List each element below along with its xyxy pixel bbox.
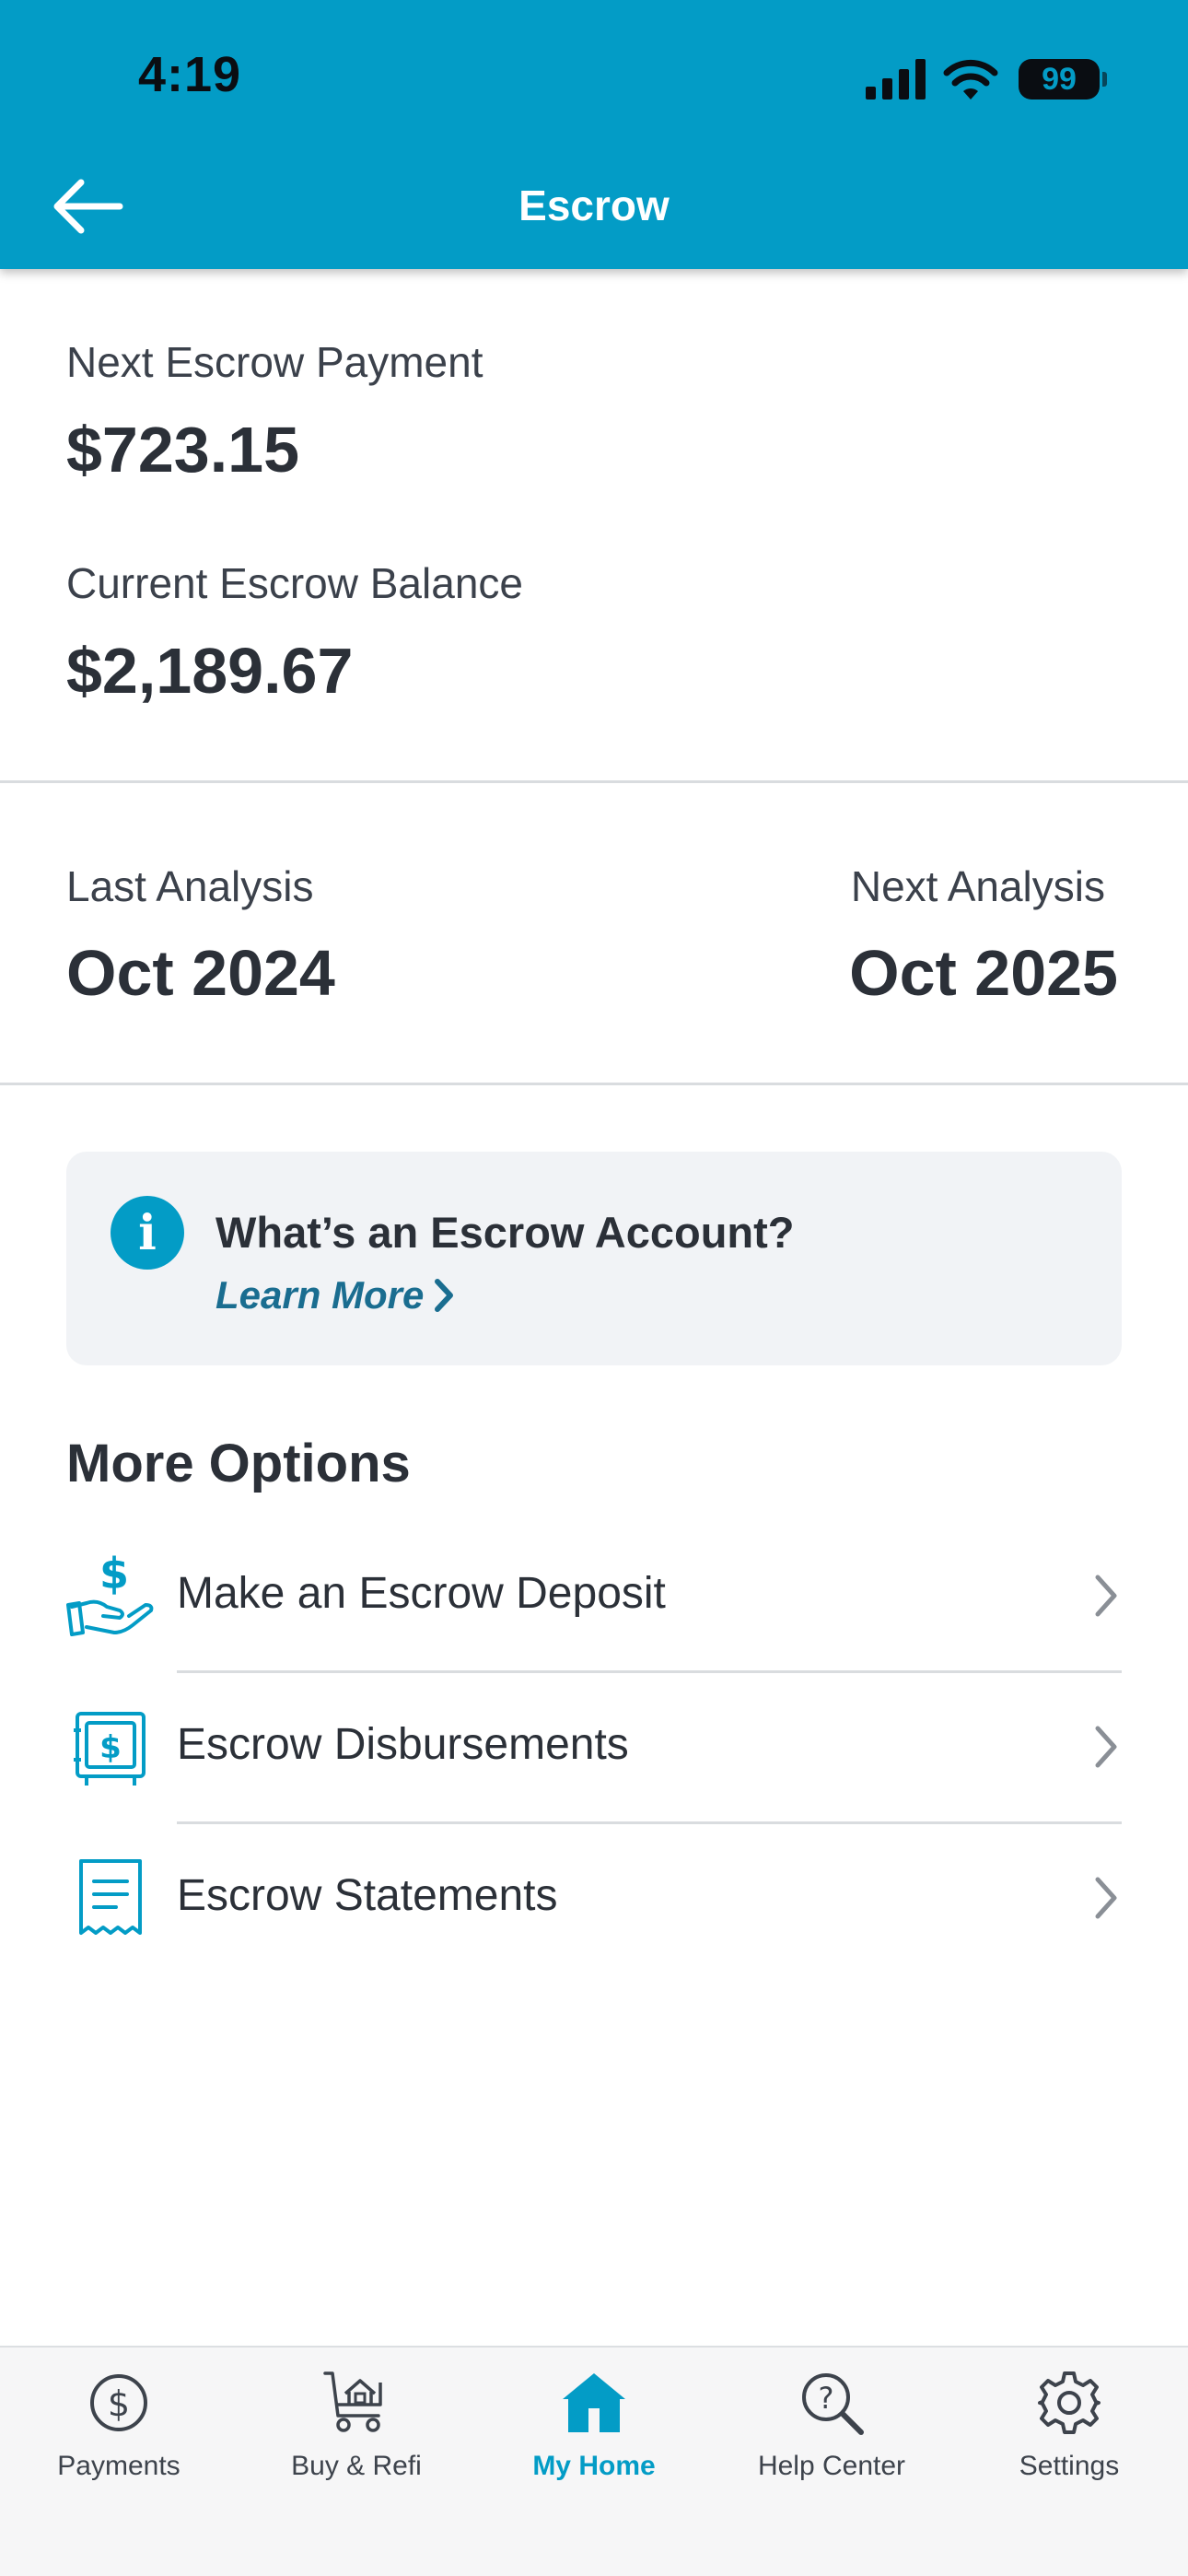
option-escrow-statements[interactable]: Escrow Statements [66, 1824, 1122, 1975]
chevron-right-icon [1095, 1575, 1117, 1617]
svg-text:$: $ [108, 2383, 130, 2424]
dollar-circle-icon: $ [90, 2374, 147, 2431]
gear-icon [1038, 2371, 1101, 2434]
next-payment-amount: $723.15 [66, 414, 300, 486]
option-label: Escrow Disbursements [177, 1720, 629, 1769]
tab-my-home[interactable]: My Home [475, 2348, 713, 2532]
balance-amount: $2,189.67 [66, 635, 354, 707]
safe-icon: $ [74, 1712, 146, 1786]
divider [0, 780, 1188, 783]
tab-help-center[interactable]: ? Help Center [713, 2348, 950, 2532]
help-search-icon: ? [802, 2373, 864, 2435]
next-analysis-label: Next Analysis [850, 862, 1105, 910]
chevron-right-icon [1095, 1726, 1117, 1768]
svg-text:$: $ [99, 1729, 122, 1766]
learn-more-label: Learn More [215, 1273, 425, 1317]
receipt-icon [79, 1859, 142, 1935]
tab-label: Buy & Refi [291, 2451, 422, 2481]
balance-label: Current Escrow Balance [66, 559, 523, 607]
tab-payments[interactable]: $ Payments [0, 2348, 238, 2532]
next-payment-label: Next Escrow Payment [66, 338, 483, 386]
more-options-title: More Options [66, 1434, 411, 1493]
status-icons: 99 [866, 55, 1107, 103]
status-time: 4:19 [138, 47, 242, 102]
tab-settings[interactable]: Settings [950, 2348, 1188, 2532]
escrow-screen: 4:19 99 Escrow Next Escrow Payment $723.… [0, 0, 1188, 2576]
last-analysis-value: Oct 2024 [66, 937, 335, 1009]
svg-text:?: ? [819, 2381, 834, 2416]
option-make-escrow-deposit[interactable]: $ Make an Escrow Deposit [66, 1522, 1122, 1673]
svg-text:$: $ [99, 1550, 129, 1598]
page-title: Escrow [518, 181, 670, 229]
learn-more-link[interactable]: Learn More [215, 1273, 455, 1317]
app-header: 4:19 99 Escrow [0, 0, 1188, 269]
option-label: Make an Escrow Deposit [177, 1569, 666, 1618]
divider [0, 1083, 1188, 1085]
battery-level: 99 [1042, 61, 1077, 97]
last-analysis-label: Last Analysis [66, 862, 314, 910]
chevron-right-icon [435, 1279, 454, 1312]
wifi-icon [943, 59, 998, 100]
cellular-signal-icon [866, 59, 926, 100]
cart-house-icon [323, 2371, 382, 2432]
tab-buy-refi[interactable]: Buy & Refi [238, 2348, 475, 2532]
tab-label: Payments [57, 2451, 181, 2481]
escrow-info-card[interactable]: i What’s an Escrow Account? Learn More [66, 1152, 1122, 1365]
tab-label: Settings [1019, 2451, 1120, 2481]
info-icon: i [111, 1196, 184, 1270]
info-card-title: What’s an Escrow Account? [215, 1208, 795, 1257]
tab-label: Help Center [757, 2451, 906, 2481]
option-escrow-disbursements[interactable]: $ Escrow Disbursements [66, 1673, 1122, 1824]
tab-label: My Home [532, 2451, 656, 2481]
battery-indicator: 99 [1019, 59, 1107, 100]
next-analysis-value: Oct 2025 [849, 937, 1118, 1009]
option-label: Escrow Statements [177, 1871, 558, 1920]
hand-dollar-icon: $ [66, 1550, 154, 1636]
chevron-right-icon [1095, 1877, 1117, 1919]
home-icon [563, 2373, 625, 2432]
bottom-tab-bar: $ Payments Buy & Refi My Home ? Help Cen… [0, 2346, 1188, 2576]
